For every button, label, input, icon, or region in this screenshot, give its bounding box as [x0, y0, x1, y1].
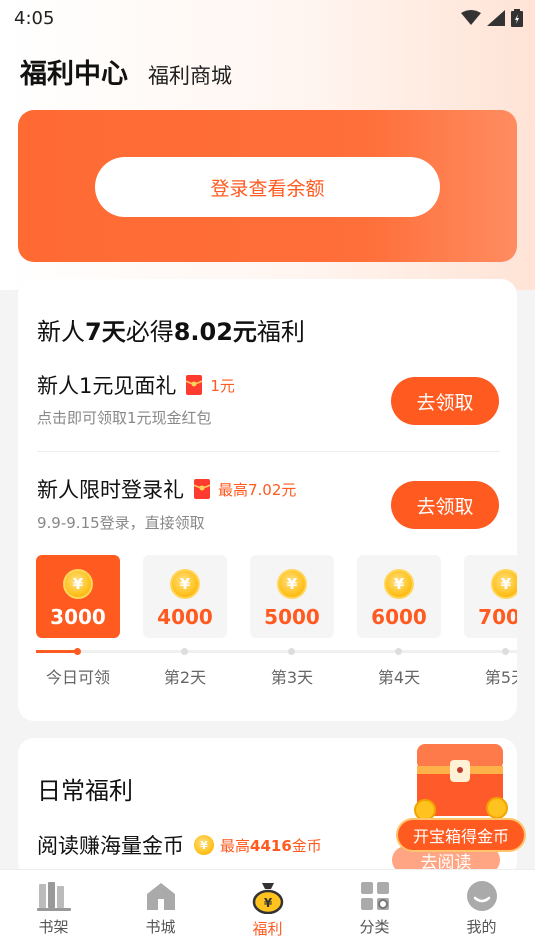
coin-icon: ¥	[194, 835, 214, 855]
category-icon	[360, 882, 389, 910]
day-amount: 5000	[264, 605, 320, 629]
progress-dot	[181, 648, 188, 655]
tab-label: 我的	[466, 918, 497, 936]
status-time: 4:05	[14, 7, 55, 29]
newbie-welfare-card: 新人7天必得8.02元福利 新人1元见面礼 1元 点击即可领取1元现金红包 去领…	[18, 279, 517, 721]
read-earn-row: 阅读赚海量金币 ¥ 最高4416金币	[37, 834, 322, 858]
day-item[interactable]: ¥ 5000 第3天	[250, 555, 334, 688]
tab-profile[interactable]: 我的	[428, 870, 535, 951]
day-amount: 7000	[478, 605, 517, 629]
red-envelope-icon	[194, 479, 210, 499]
day-item[interactable]: ¥ 7000 第5天	[464, 555, 517, 688]
coin-icon: ¥	[384, 569, 414, 599]
coin-icon: ¥	[63, 569, 93, 599]
tab-label: 书架	[38, 918, 69, 936]
svg-text:¥: ¥	[263, 896, 272, 910]
day-label: 第2天	[163, 668, 207, 687]
day-label: 第5天	[484, 668, 517, 687]
day-label: 第3天	[270, 668, 314, 687]
welfare-mall-link[interactable]: 福利商城	[148, 60, 232, 90]
login-gift-reward: 最高7.02元	[194, 479, 296, 500]
page-title: 福利中心	[20, 59, 128, 90]
newbie-gift-subtitle: 点击即可领取1元现金红包	[37, 409, 212, 427]
bookstore-icon	[146, 883, 175, 910]
welfare-bag-icon: ¥	[252, 883, 283, 914]
progress-dot	[288, 648, 295, 655]
wifi-icon	[461, 10, 481, 25]
tab-category[interactable]: 分类	[321, 870, 428, 951]
bookshelf-icon	[36, 882, 71, 911]
day-amount: 4000	[157, 605, 213, 629]
status-icons	[461, 9, 523, 27]
tab-bookshelf[interactable]: 书架	[0, 870, 107, 951]
battery-icon	[511, 9, 523, 27]
coin-icon: ¥	[491, 569, 517, 599]
read-earn-reward: ¥ 最高4416金币	[194, 835, 322, 856]
open-treasure-badge[interactable]: 开宝箱得金币	[396, 818, 526, 852]
daily-welfare-title: 日常福利	[37, 777, 133, 805]
newbie-welfare-title: 新人7天必得8.02元福利	[37, 318, 305, 346]
login-view-balance-button[interactable]: 登录查看余额	[95, 157, 440, 217]
day-item[interactable]: ¥ 6000 第4天	[357, 555, 441, 688]
login-gift-title: 新人限时登录礼 最高7.02元	[37, 478, 297, 502]
newbie-gift-title: 新人1元见面礼 1元	[37, 374, 235, 398]
claim-login-gift-button[interactable]: 去领取	[391, 481, 499, 529]
treasure-chest-icon[interactable]	[405, 738, 515, 828]
tab-welfare[interactable]: ¥ 福利	[214, 870, 321, 951]
status-bar: 4:05	[0, 0, 535, 36]
day-item[interactable]: ¥ 4000 第2天	[143, 555, 227, 688]
profile-icon	[466, 881, 497, 911]
tab-bookstore[interactable]: 书城	[107, 870, 214, 951]
coin-icon: ¥	[277, 569, 307, 599]
red-envelope-icon	[186, 375, 203, 395]
day-label: 第4天	[377, 668, 421, 687]
day-label: 今日可领	[45, 668, 110, 687]
divider	[37, 451, 500, 452]
claim-newbie-gift-button[interactable]: 去领取	[391, 377, 499, 425]
newbie-gift-reward: 1元	[186, 375, 235, 396]
progress-dot	[502, 648, 509, 655]
login-card: 登录查看余额	[18, 110, 517, 262]
cell-signal-icon	[487, 10, 505, 26]
day-item[interactable]: ¥ 3000 今日可领	[36, 555, 120, 688]
tab-label: 书城	[145, 918, 176, 936]
bottom-tab-bar: 书架 书城 ¥ 福利 分类 我的	[0, 869, 535, 951]
login-gift-subtitle: 9.9-9.15登录，直接领取	[37, 514, 205, 532]
page-header: 福利中心 福利商城	[20, 52, 232, 92]
day-amount: 6000	[371, 605, 427, 629]
daily-login-tracker: ¥ 3000 今日可领 ¥ 4000 第2天 ¥ 5000 第3天 ¥ 6000…	[36, 555, 517, 695]
progress-dot	[395, 648, 402, 655]
tab-label: 福利	[252, 920, 283, 938]
coin-icon: ¥	[170, 569, 200, 599]
tab-label: 分类	[359, 918, 390, 936]
progress-dot	[74, 648, 81, 655]
day-amount: 3000	[50, 605, 106, 629]
